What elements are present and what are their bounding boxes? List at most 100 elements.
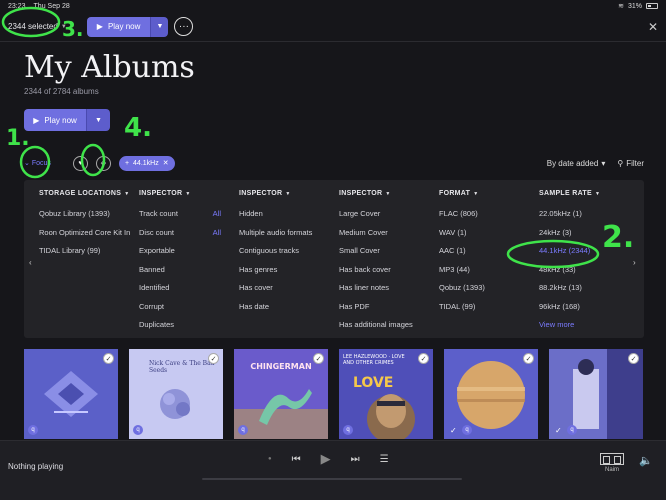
scroll-left-icon[interactable]: ‹ xyxy=(29,258,32,267)
play-now-button[interactable]: ▶ Play now xyxy=(24,109,86,131)
focus-item[interactable]: FLAC (806) xyxy=(439,205,529,224)
selection-play-now-button[interactable]: ▶ Play now xyxy=(86,16,151,37)
check-icon: ✓ xyxy=(555,426,562,435)
progress-bar[interactable] xyxy=(202,478,462,480)
focus-item[interactable]: Small Cover xyxy=(339,242,434,261)
selection-play-options-button[interactable]: ▼ xyxy=(150,16,169,37)
select-checkbox[interactable]: ✓ xyxy=(208,353,219,364)
filter-bar: ⌄ Focus ♥ ◈ + 44.1kHz ✕ By date added ▾ … xyxy=(24,154,644,172)
album-cover-text: LEE HAZLEWOOD · LOVE AND OTHER CRIMES xyxy=(343,354,405,366)
focus-item[interactable]: Has PDF xyxy=(339,298,434,317)
selection-count-dropdown[interactable]: 2344 selected ▼ xyxy=(8,22,67,31)
play-icon: ▶ xyxy=(33,115,40,125)
column-header[interactable]: SAMPLE RATE ▼ xyxy=(539,190,629,197)
focus-item[interactable]: Has back cover xyxy=(339,261,434,280)
selection-play-now-label: Play now xyxy=(107,22,141,31)
column-sample-rate: SAMPLE RATE ▼ 22.05kHz (1) 24kHz (3) 44.1… xyxy=(539,190,629,335)
focus-item[interactable]: Has genres xyxy=(239,261,334,280)
focus-item[interactable]: Disc count All xyxy=(139,224,221,243)
chevron-down-icon: ▼ xyxy=(285,191,291,197)
focus-item[interactable]: TIDAL Library (99) xyxy=(39,242,131,261)
play-now-label: Play now xyxy=(44,115,77,125)
radio-icon[interactable]: ● xyxy=(268,456,272,462)
focus-item[interactable]: AAC (1) xyxy=(439,242,529,261)
view-more-link[interactable]: View more xyxy=(539,316,629,335)
focus-item[interactable]: TIDAL (99) xyxy=(439,298,529,317)
wifi-icon: ≋ xyxy=(618,3,624,10)
focus-item[interactable]: 96kHz (168) xyxy=(539,298,629,317)
column-header[interactable]: STORAGE LOCATIONS ▼ xyxy=(39,190,131,197)
focus-item[interactable]: Contiguous tracks xyxy=(239,242,334,261)
focus-item[interactable]: MP3 (44) xyxy=(439,261,529,280)
focus-item[interactable]: Duplicates xyxy=(139,316,221,335)
focus-item[interactable]: 88.2kHz (13) xyxy=(539,279,629,298)
album-tile[interactable]: CHINGERMAN ✓ q xyxy=(234,349,328,439)
album-tile[interactable]: ✓ ✓ q xyxy=(444,349,538,439)
album-tile[interactable]: LOVE LEE HAZLEWOOD · LOVE AND OTHER CRIM… xyxy=(339,349,433,439)
focus-item[interactable]: Qobuz (1393) xyxy=(439,279,529,298)
remove-filter-icon[interactable]: ✕ xyxy=(163,159,169,167)
column-inspector-1: INSPECTOR ▼ Track count All Disc count All … xyxy=(139,190,221,335)
clock: 23:23 xyxy=(8,2,26,10)
queue-icon[interactable]: ☰ xyxy=(380,454,389,465)
select-checkbox[interactable]: ✓ xyxy=(523,353,534,364)
focus-toggle[interactable]: ⌄ Focus xyxy=(24,159,51,168)
focus-item[interactable]: Hidden xyxy=(239,205,334,224)
chevron-down-icon: ▼ xyxy=(385,191,391,197)
column-header[interactable]: INSPECTOR ▼ xyxy=(339,190,434,197)
all-link[interactable]: All xyxy=(213,224,221,243)
select-checkbox[interactable]: ✓ xyxy=(628,353,639,364)
focus-item[interactable]: Corrupt xyxy=(139,298,221,317)
annotation-label: 3. xyxy=(62,17,84,41)
zone-label: Naim xyxy=(604,467,619,473)
focus-item[interactable]: Track count All xyxy=(139,205,221,224)
chevron-down-icon: ⌄ xyxy=(24,160,30,167)
more-options-button[interactable]: ··· xyxy=(174,17,194,36)
focus-item[interactable]: Multiple audio formats xyxy=(239,224,334,243)
volume-icon[interactable]: 🔈 xyxy=(639,454,653,467)
album-tile[interactable]: Nick Cave & The Bad Seeds ✓ q xyxy=(129,349,223,439)
previous-icon[interactable]: ⏮ xyxy=(292,454,301,465)
next-icon[interactable]: ⏭ xyxy=(351,454,360,465)
filter-button[interactable]: ⚲ Filter xyxy=(617,159,644,168)
tag-filter-button[interactable]: ◈ xyxy=(95,155,111,171)
focus-item[interactable]: WAV (1) xyxy=(439,224,529,243)
focus-item[interactable]: Has liner notes xyxy=(339,279,434,298)
selection-toolbar: 2344 selected ▼ ▶ Play now ▼ ··· ✕ xyxy=(0,12,666,42)
focus-item[interactable]: Has date xyxy=(239,298,334,317)
album-tile[interactable]: ✓ q xyxy=(24,349,118,439)
album-tile[interactable]: ✓ ✓ q xyxy=(549,349,643,439)
album-grid: ✓ q Nick Cave & The Bad Seeds ✓ q CHINGE… xyxy=(24,349,644,439)
column-header[interactable]: INSPECTOR ▼ xyxy=(239,190,334,197)
focus-item[interactable]: Qobuz Library (1393) xyxy=(39,205,131,224)
select-checkbox[interactable]: ✓ xyxy=(418,353,429,364)
column-header-label: STORAGE LOCATIONS xyxy=(39,190,122,197)
focus-item[interactable]: Large Cover xyxy=(339,205,434,224)
focus-item[interactable]: Roon Optimized Core Kit In xyxy=(39,224,131,243)
play-icon[interactable]: ▶ xyxy=(321,451,331,467)
sort-dropdown[interactable]: By date added ▾ xyxy=(547,159,606,168)
column-header[interactable]: FORMAT ▼ xyxy=(439,190,529,197)
focus-item[interactable]: Banned xyxy=(139,261,221,280)
focus-item[interactable]: 48kHz (33) xyxy=(539,261,629,280)
annotation-label: 2. xyxy=(602,220,635,255)
chevron-down-icon: ▼ xyxy=(473,191,479,197)
focus-item[interactable]: Has additional images xyxy=(339,316,434,335)
active-filter-chip[interactable]: + 44.1kHz ✕ xyxy=(118,155,175,171)
focus-item[interactable]: Exportable xyxy=(139,242,221,261)
play-options-button[interactable]: ▼ xyxy=(86,109,110,131)
all-link[interactable]: All xyxy=(213,205,221,224)
zone-selector[interactable]: Naim xyxy=(600,453,624,473)
favorite-filter-button[interactable]: ♥ xyxy=(72,155,88,171)
select-checkbox[interactable]: ✓ xyxy=(103,353,114,364)
scroll-right-icon[interactable]: › xyxy=(633,258,636,267)
column-inspector-2: INSPECTOR ▼ Hidden Multiple audio formats… xyxy=(239,190,334,316)
focus-item[interactable]: Medium Cover xyxy=(339,224,434,243)
tag-icon: ◈ xyxy=(100,160,107,167)
column-header[interactable]: INSPECTOR ▼ xyxy=(139,190,221,197)
select-checkbox[interactable]: ✓ xyxy=(313,353,324,364)
focus-item[interactable]: Identified xyxy=(139,279,221,298)
focus-item[interactable]: Has cover xyxy=(239,279,334,298)
close-selection-button[interactable]: ✕ xyxy=(648,20,658,34)
close-icon: ✕ xyxy=(647,19,658,34)
